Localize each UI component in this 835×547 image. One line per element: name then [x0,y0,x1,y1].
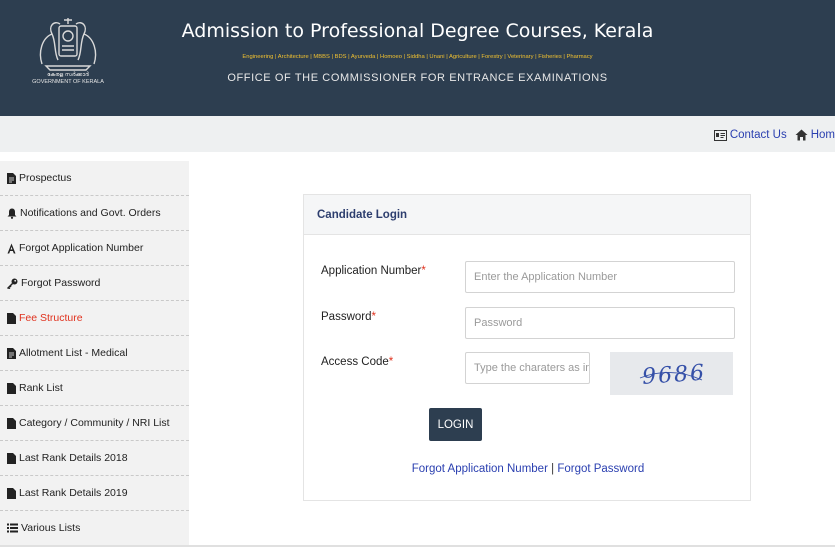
document-icon [7,172,19,184]
site-header: കേരള സർക്കാർ GOVERNMENT OF KERALA Admiss… [0,0,835,116]
password-label: Password* [321,311,376,323]
sidebar-item-label: Category / Community / NRI List [19,417,170,429]
captcha-graphic: 9686 [639,361,707,390]
bell-icon [7,208,20,219]
sidebar-item-fee-structure[interactable]: Fee Structure [0,301,189,336]
sidebar-item-rank-list[interactable]: Rank List [0,371,189,406]
courses-list: Engineering | Architecture | MBBS | BDS … [242,54,593,60]
sidebar-item-label: Notifications and Govt. Orders [20,207,161,219]
file-icon [7,487,19,499]
candidate-login-card: Candidate Login Application Number* Pass… [303,194,751,501]
sidebar-item-label: Forgot Password [21,277,101,289]
home-label: Hom [810,129,835,141]
sidebar-item-label: Fee Structure [19,312,83,324]
sidebar-item-category-community-nri-list[interactable]: Category / Community / NRI List [0,406,189,441]
sidebar-item-last-rank-details-2018[interactable]: Last Rank Details 2018 [0,441,189,476]
card-links: Forgot Application Number | Forgot Passw… [304,463,752,475]
document-icon [7,347,19,359]
contact-us-label: Contact Us [729,129,787,141]
sidebar-item-label: Forgot Application Number [19,242,144,254]
required-mark: * [388,356,394,368]
sidebar-item-allotment-list-medical[interactable]: Allotment List - Medical [0,336,189,371]
file-icon [7,417,19,429]
sidebar-item-forgot-password[interactable]: Forgot Password [0,266,189,301]
file-icon [7,382,19,394]
top-links: Contact Us Hom [706,127,835,143]
sidebar-item-forgot-application-number[interactable]: Forgot Application Number [0,231,189,266]
required-mark: * [421,265,426,277]
access-code-input[interactable] [465,352,590,384]
sidebar-item-label: Last Rank Details 2018 [19,452,128,464]
contact-us-link[interactable]: Contact Us [713,129,787,141]
forgot-application-number-link[interactable]: Forgot Application Number [412,463,548,475]
password-input[interactable] [465,307,735,339]
sidebar-item-label: Allotment List - Medical [19,347,128,359]
office-title: OFFICE OF THE COMMISSIONER FOR ENTRANCE … [227,72,608,84]
application-number-label-text: Application Number [321,265,422,277]
sidebar-item-notifications-and-govt-orders[interactable]: Notifications and Govt. Orders [0,196,189,231]
sidebar-item-label: Rank List [19,382,63,394]
sidebar-item-label: Various Lists [21,522,81,534]
access-code-label-text: Access Code [321,356,389,368]
sidebar-item-label: Last Rank Details 2019 [19,487,128,499]
application-number-input[interactable] [465,261,735,293]
captcha-text: 9686 [641,361,707,390]
site-title: Admission to Professional Degree Courses… [181,20,654,42]
sidebar: Prospectus Notifications and Govt. Orders… [0,161,189,547]
sidebar-item-various-lists[interactable]: Various Lists [0,511,189,546]
sidebar-item-last-rank-details-2019[interactable]: Last Rank Details 2019 [0,476,189,511]
site-title-wrap: Admission to Professional Degree Courses… [0,20,835,42]
application-number-label: Application Number* [321,265,426,277]
font-icon [7,243,19,254]
card-title: Candidate Login [304,195,750,235]
access-code-label: Access Code* [321,356,393,368]
key-icon [7,278,21,289]
sidebar-item-prospectus[interactable]: Prospectus [0,161,189,196]
password-label-text: Password [321,311,372,323]
sidebar-item-label: Prospectus [19,172,72,184]
login-button[interactable]: LOGIN [429,408,482,441]
list-icon [7,523,21,533]
home-icon [795,129,808,141]
forgot-password-link[interactable]: Forgot Password [557,463,644,475]
required-mark: * [371,311,376,323]
captcha-image: 9686 [610,352,733,395]
home-link[interactable]: Hom [795,129,835,141]
contact-card-icon [713,129,727,141]
link-separator: | [551,463,555,475]
file-icon [7,452,19,464]
file-icon [7,312,19,324]
